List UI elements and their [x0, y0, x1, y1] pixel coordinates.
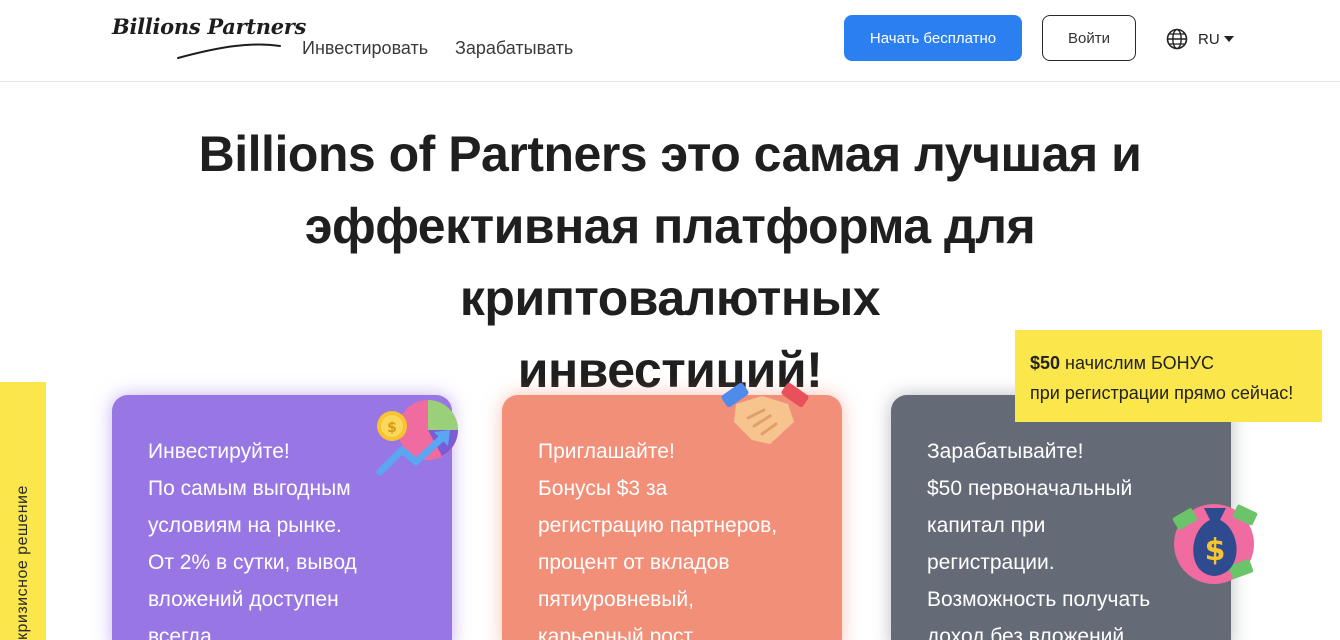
- money-bag-icon: $: [1172, 504, 1258, 584]
- bonus-text: начислим БОНУС: [1060, 353, 1215, 373]
- card-text: условиям на рынке.: [148, 514, 342, 537]
- site-header: Billions Partners Инвестировать Зарабаты…: [0, 0, 1340, 82]
- start-free-button[interactable]: Начать бесплатно: [844, 15, 1022, 61]
- language-label: RU: [1198, 30, 1220, 48]
- hero-title-line: Billions of Partners это самая лучшая и: [198, 126, 1142, 182]
- card-heading: Зарабатывайте!: [927, 440, 1084, 463]
- logo-swoosh-icon: [177, 43, 281, 59]
- crisis-solution-tab[interactable]: кризисное решение: [0, 382, 46, 640]
- card-text: регистрацию партнеров,: [538, 514, 778, 537]
- bonus-line-1: $50 начислим БОНУС: [1030, 348, 1322, 378]
- bonus-amount: $50: [1030, 353, 1061, 373]
- caret-down-icon: [1223, 36, 1234, 42]
- nav-earn-link[interactable]: Зарабатывать: [455, 38, 573, 59]
- card-text: всегда.: [148, 625, 218, 640]
- handshake-icon: [721, 382, 809, 444]
- bonus-line-2: при регистрации прямо сейчас!: [1030, 383, 1294, 403]
- language-selector[interactable]: RU: [1166, 27, 1234, 51]
- card-text: процент от вкладов: [538, 551, 730, 574]
- globe-icon: [1166, 28, 1188, 50]
- bonus-banner[interactable]: $50 начислим БОНУС при регистрации прямо…: [1015, 330, 1322, 422]
- card-text: Бонусы $3 за: [538, 477, 668, 500]
- investment-chart-icon: $: [376, 400, 458, 476]
- side-tab-label: кризисное решение: [14, 485, 31, 640]
- svg-text:$: $: [1205, 533, 1226, 568]
- svg-text:$: $: [387, 420, 397, 436]
- hero-title-line: эффективная платформа для криптовалютных: [304, 198, 1036, 326]
- card-text: карьерный рост.: [538, 625, 697, 640]
- card-text: От 2% в сутки, вывод: [148, 551, 357, 574]
- login-button[interactable]: Войти: [1042, 15, 1136, 61]
- card-text: вложений доступен: [148, 588, 339, 611]
- card-text: доход без вложений.: [927, 625, 1130, 640]
- logo[interactable]: Billions Partners: [112, 12, 306, 64]
- card-text: пятиуровневый,: [538, 588, 694, 611]
- nav-invest-link[interactable]: Инвестировать: [302, 38, 428, 59]
